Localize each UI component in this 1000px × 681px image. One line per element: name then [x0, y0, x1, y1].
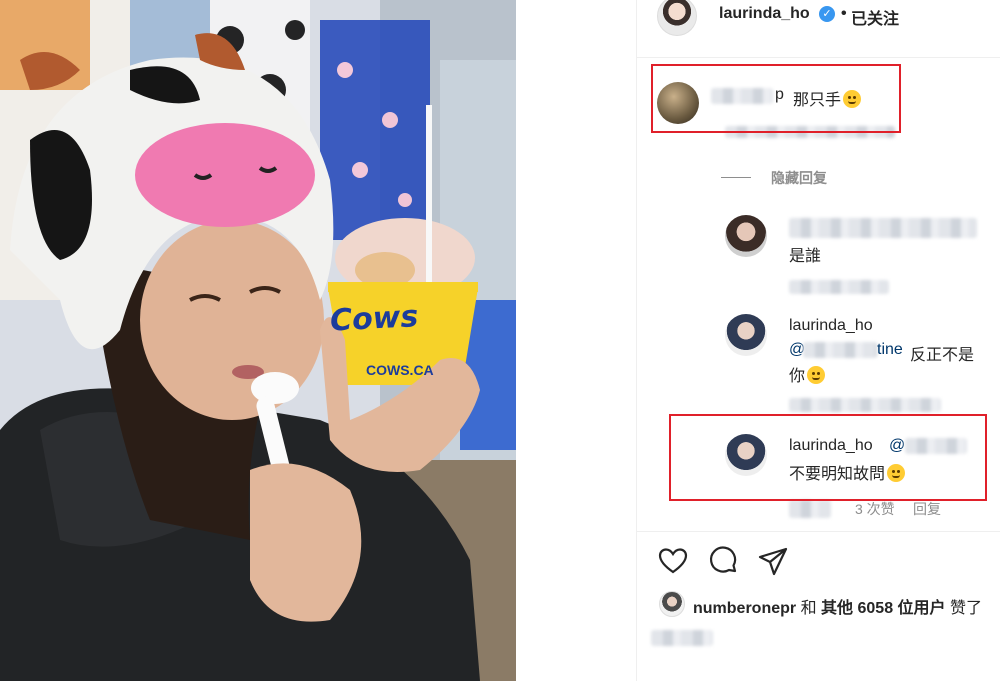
cup-brand: Cows — [329, 299, 420, 339]
reply-text-line1: 反正不是 — [910, 347, 975, 364]
replies-divider-line — [721, 177, 751, 178]
header-separator: • — [841, 5, 847, 22]
owner-username[interactable]: laurinda_ho — [719, 5, 810, 23]
likes-others-link[interactable]: 其他 6058 位用户 — [821, 600, 946, 617]
owner-avatar[interactable] — [657, 0, 697, 36]
reply2-like-count[interactable]: 3 次赞 — [855, 499, 895, 519]
likes-summary: numberonepr 和 其他 6058 位用户 赞了 — [693, 594, 982, 618]
blurred-reply-meta — [789, 280, 889, 294]
highlight-box-2 — [669, 414, 987, 501]
liker-username[interactable]: numberonepr — [693, 600, 796, 617]
highlight-box — [651, 64, 901, 133]
blurred-reply-username — [789, 218, 977, 238]
comment-icon[interactable] — [707, 545, 739, 577]
reply2-reply-button[interactable]: 回复 — [913, 499, 941, 519]
blurred-post-date — [651, 630, 713, 646]
reply-text-line2-content: 你 — [789, 368, 806, 385]
paper-plane-icon[interactable] — [757, 545, 789, 577]
blurred-reply2-meta — [789, 398, 941, 412]
liker-avatar[interactable] — [659, 591, 685, 617]
reply-mention-tail[interactable]: tine — [877, 341, 903, 359]
likes-and: 和 — [800, 600, 817, 617]
tongue-emoji-icon — [807, 366, 826, 384]
blurred-mention — [803, 342, 877, 358]
reply-text: 是誰 — [789, 248, 822, 265]
reply-text-line2: 你 — [789, 362, 826, 386]
hide-replies-button[interactable]: 隐藏回复 — [771, 168, 827, 188]
post-header: laurinda_ho ✓ • 已关注 — [637, 0, 1000, 58]
post-photo[interactable]: Cows COWS.CA — [0, 0, 516, 681]
reply-avatar[interactable] — [725, 215, 767, 257]
reply-username[interactable]: laurinda_ho — [789, 317, 873, 335]
heart-icon[interactable] — [657, 545, 689, 577]
cup-url: COWS.CA — [366, 362, 434, 378]
comments-panel: laurinda_ho ✓ • 已关注 p 那只手 隐藏回复 是誰 laurin… — [636, 0, 1000, 681]
blurred-reply3-time — [789, 500, 831, 518]
photo-illustration — [0, 0, 516, 681]
verified-badge-icon: ✓ — [819, 6, 835, 22]
gutter — [516, 0, 636, 681]
following-button[interactable]: 已关注 — [851, 5, 899, 29]
owner-reply-avatar[interactable] — [725, 314, 767, 356]
actions-divider — [637, 531, 1000, 532]
likes-suffix: 赞了 — [950, 600, 983, 617]
